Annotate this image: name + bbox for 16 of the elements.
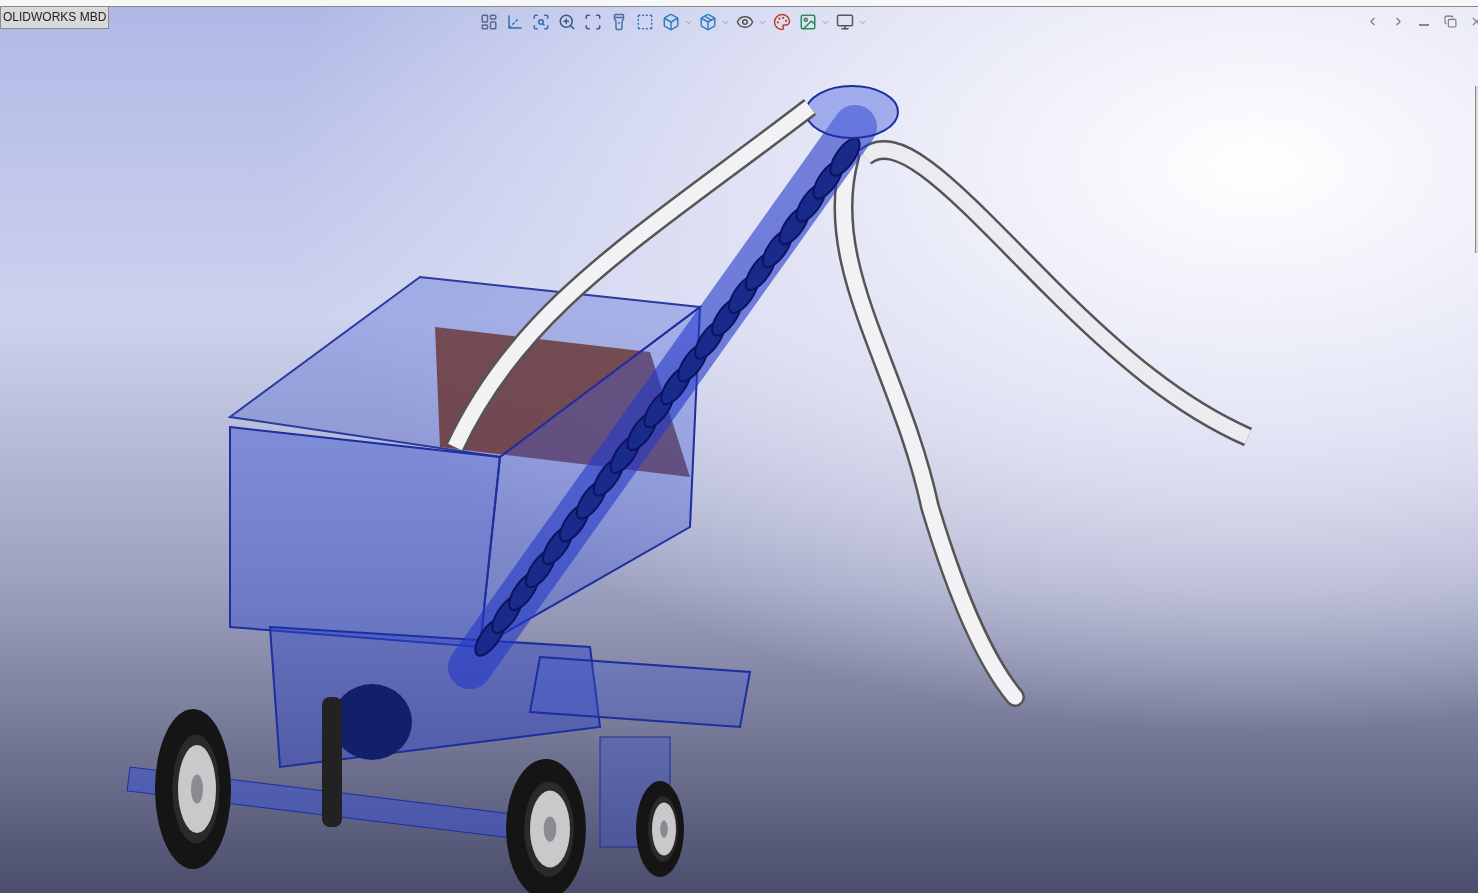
grid-icon bbox=[480, 13, 498, 31]
palette-icon bbox=[773, 13, 791, 31]
restore-icon bbox=[1443, 14, 1457, 28]
cube-icon bbox=[662, 13, 680, 31]
zoom-area-icon bbox=[584, 13, 602, 31]
zoom-icon bbox=[558, 13, 576, 31]
axis-icon bbox=[506, 13, 524, 31]
tab-label[interactable]: OLIDWORKS MBD bbox=[0, 7, 110, 29]
panel-edge[interactable] bbox=[1475, 86, 1478, 253]
zoom-fit-icon bbox=[532, 13, 550, 31]
toolbar-button[interactable] bbox=[771, 11, 793, 33]
minimize-icon bbox=[1419, 24, 1429, 26]
window-control-button[interactable] bbox=[1442, 13, 1458, 29]
cube-icon bbox=[699, 13, 717, 31]
monitor-icon bbox=[836, 13, 854, 31]
eye-icon bbox=[736, 13, 754, 31]
